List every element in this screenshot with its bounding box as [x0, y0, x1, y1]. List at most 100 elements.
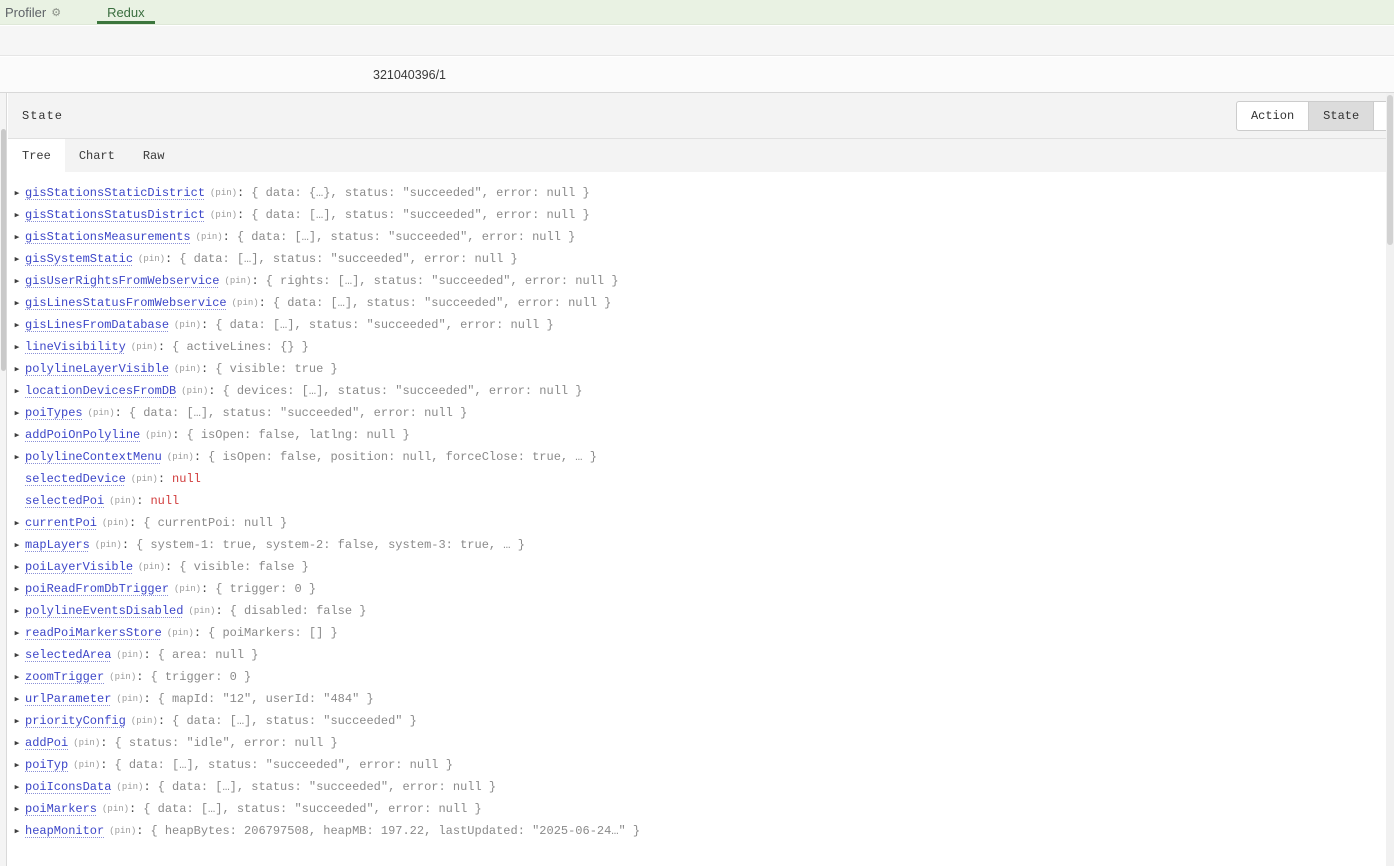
- tree-row[interactable]: ▶ selectedDevice (pin): null: [8, 468, 1394, 490]
- pin-link[interactable]: (pin): [210, 210, 237, 220]
- expand-arrow-icon[interactable]: ▶: [11, 211, 23, 220]
- pin-link[interactable]: (pin): [210, 188, 237, 198]
- pin-link[interactable]: (pin): [167, 628, 194, 638]
- state-key[interactable]: currentPoi: [25, 516, 97, 530]
- pin-link[interactable]: (pin): [109, 826, 136, 836]
- pin-link[interactable]: (pin): [138, 254, 165, 264]
- pin-link[interactable]: (pin): [73, 760, 100, 770]
- right-scrollbar-thumb[interactable]: [1387, 95, 1393, 245]
- pin-link[interactable]: (pin): [188, 606, 215, 616]
- pin-link[interactable]: (pin): [145, 430, 172, 440]
- expand-arrow-icon[interactable]: ▶: [11, 255, 23, 264]
- state-key[interactable]: selectedArea: [25, 648, 111, 662]
- state-key[interactable]: addPoi: [25, 736, 68, 750]
- expand-arrow-icon[interactable]: ▶: [11, 321, 23, 330]
- left-scrollbar-thumb[interactable]: [1, 129, 6, 371]
- tree-row[interactable]: ▶ heapMonitor (pin): { heapBytes: 206797…: [8, 820, 1394, 842]
- expand-arrow-icon[interactable]: ▶: [11, 343, 23, 352]
- expand-arrow-icon[interactable]: ▶: [11, 585, 23, 594]
- pin-link[interactable]: (pin): [116, 650, 143, 660]
- state-key[interactable]: readPoiMarkersStore: [25, 626, 162, 640]
- tree-row[interactable]: ▶ gisStationsMeasurements (pin): { data:…: [8, 226, 1394, 248]
- tree-row[interactable]: ▶ priorityConfig (pin): { data: […], sta…: [8, 710, 1394, 732]
- state-key[interactable]: poiReadFromDbTrigger: [25, 582, 169, 596]
- pin-link[interactable]: (pin): [196, 232, 223, 242]
- tree-row[interactable]: ▶ currentPoi (pin): { currentPoi: null }: [8, 512, 1394, 534]
- expand-arrow-icon[interactable]: ▶: [11, 277, 23, 286]
- pin-link[interactable]: (pin): [109, 672, 136, 682]
- tab-profiler[interactable]: Profiler ⚙: [0, 0, 71, 24]
- state-key[interactable]: priorityConfig: [25, 714, 126, 728]
- expand-arrow-icon[interactable]: ▶: [11, 673, 23, 682]
- state-key[interactable]: locationDevicesFromDB: [25, 384, 176, 398]
- state-key[interactable]: poiIconsData: [25, 780, 111, 794]
- state-key[interactable]: gisLinesFromDatabase: [25, 318, 169, 332]
- tree-row[interactable]: ▶ addPoiOnPolyline (pin): { isOpen: fals…: [8, 424, 1394, 446]
- pin-link[interactable]: (pin): [167, 452, 194, 462]
- left-scrollbar[interactable]: [0, 93, 7, 866]
- tree-row[interactable]: ▶ poiIconsData (pin): { data: […], statu…: [8, 776, 1394, 798]
- state-key[interactable]: mapLayers: [25, 538, 90, 552]
- pin-link[interactable]: (pin): [232, 298, 259, 308]
- tree-row[interactable]: ▶ gisLinesStatusFromWebservice (pin): { …: [8, 292, 1394, 314]
- expand-arrow-icon[interactable]: ▶: [11, 739, 23, 748]
- expand-arrow-icon[interactable]: ▶: [11, 365, 23, 374]
- tree-row[interactable]: ▶ gisSystemStatic (pin): { data: […], st…: [8, 248, 1394, 270]
- pin-link[interactable]: (pin): [131, 342, 158, 352]
- tree-row[interactable]: ▶ lineVisibility (pin): { activeLines: {…: [8, 336, 1394, 358]
- state-key[interactable]: poiLayerVisible: [25, 560, 133, 574]
- tree-row[interactable]: ▶ poiTypes (pin): { data: […], status: "…: [8, 402, 1394, 424]
- expand-arrow-icon[interactable]: ▶: [11, 607, 23, 616]
- state-key[interactable]: gisUserRightsFromWebservice: [25, 274, 219, 288]
- pin-link[interactable]: (pin): [138, 562, 165, 572]
- state-key[interactable]: gisStationsStaticDistrict: [25, 186, 205, 200]
- pin-link[interactable]: (pin): [224, 276, 251, 286]
- tree-row[interactable]: ▶ polylineEventsDisabled (pin): { disabl…: [8, 600, 1394, 622]
- state-key[interactable]: lineVisibility: [25, 340, 126, 354]
- expand-arrow-icon[interactable]: ▶: [11, 563, 23, 572]
- tree-row[interactable]: ▶ polylineContextMenu (pin): { isOpen: f…: [8, 446, 1394, 468]
- state-key[interactable]: poiTypes: [25, 406, 83, 420]
- pin-link[interactable]: (pin): [102, 804, 129, 814]
- tab-redux[interactable]: Redux: [97, 0, 155, 24]
- state-key[interactable]: heapMonitor: [25, 824, 104, 838]
- view-button-state[interactable]: State: [1309, 101, 1374, 131]
- state-key[interactable]: selectedDevice: [25, 472, 126, 486]
- expand-arrow-icon[interactable]: ▶: [11, 453, 23, 462]
- tree-row[interactable]: ▶ poiTyp (pin): { data: […], status: "su…: [8, 754, 1394, 776]
- expand-arrow-icon[interactable]: ▶: [11, 299, 23, 308]
- pin-link[interactable]: (pin): [102, 518, 129, 528]
- tree-row[interactable]: ▶ selectedPoi (pin): null: [8, 490, 1394, 512]
- pin-link[interactable]: (pin): [73, 738, 100, 748]
- pin-link[interactable]: (pin): [181, 386, 208, 396]
- pin-link[interactable]: (pin): [174, 320, 201, 330]
- tree-row[interactable]: ▶ addPoi (pin): { status: "idle", error:…: [8, 732, 1394, 754]
- expand-arrow-icon[interactable]: ▶: [11, 695, 23, 704]
- state-key[interactable]: zoomTrigger: [25, 670, 104, 684]
- state-key[interactable]: polylineLayerVisible: [25, 362, 169, 376]
- expand-arrow-icon[interactable]: ▶: [11, 629, 23, 638]
- expand-arrow-icon[interactable]: ▶: [11, 651, 23, 660]
- state-key[interactable]: poiMarkers: [25, 802, 97, 816]
- expand-arrow-icon[interactable]: ▶: [11, 233, 23, 242]
- right-scrollbar[interactable]: [1386, 93, 1394, 866]
- tab-raw[interactable]: Raw: [129, 139, 179, 172]
- tree-row[interactable]: ▶ gisUserRightsFromWebservice (pin): { r…: [8, 270, 1394, 292]
- state-key[interactable]: gisSystemStatic: [25, 252, 133, 266]
- pin-link[interactable]: (pin): [174, 364, 201, 374]
- tree-row[interactable]: ▶ selectedArea (pin): { area: null }: [8, 644, 1394, 666]
- tree-row[interactable]: ▶ gisLinesFromDatabase (pin): { data: [……: [8, 314, 1394, 336]
- pin-link[interactable]: (pin): [131, 474, 158, 484]
- pin-link[interactable]: (pin): [95, 540, 122, 550]
- state-key[interactable]: polylineContextMenu: [25, 450, 162, 464]
- expand-arrow-icon[interactable]: ▶: [11, 805, 23, 814]
- expand-arrow-icon[interactable]: ▶: [11, 519, 23, 528]
- tree-row[interactable]: ▶ mapLayers (pin): { system-1: true, sys…: [8, 534, 1394, 556]
- tree-row[interactable]: ▶ gisStationsStatusDistrict (pin): { dat…: [8, 204, 1394, 226]
- tree-row[interactable]: ▶ poiLayerVisible (pin): { visible: fals…: [8, 556, 1394, 578]
- tree-row[interactable]: ▶ readPoiMarkersStore (pin): { poiMarker…: [8, 622, 1394, 644]
- state-key[interactable]: gisLinesStatusFromWebservice: [25, 296, 227, 310]
- pin-link[interactable]: (pin): [109, 496, 136, 506]
- tree-row[interactable]: ▶ poiReadFromDbTrigger (pin): { trigger:…: [8, 578, 1394, 600]
- expand-arrow-icon[interactable]: ▶: [11, 761, 23, 770]
